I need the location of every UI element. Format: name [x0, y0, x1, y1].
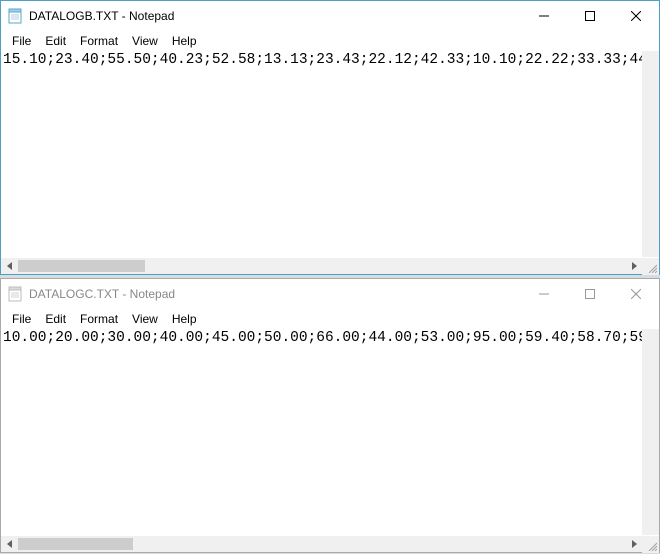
menu-format[interactable]: Format: [73, 311, 125, 327]
maximize-button[interactable]: [567, 1, 613, 31]
menu-file[interactable]: File: [5, 33, 38, 49]
titlebar[interactable]: DATALOGC.TXT - Notepad: [1, 279, 659, 309]
scroll-track[interactable]: [18, 258, 625, 274]
close-button[interactable]: [613, 1, 659, 31]
menu-view[interactable]: View: [125, 311, 165, 327]
scroll-track[interactable]: [18, 536, 625, 552]
window-title: DATALOGC.TXT - Notepad: [29, 287, 521, 301]
menu-help[interactable]: Help: [165, 33, 204, 49]
scroll-right-button[interactable]: [625, 536, 642, 552]
minimize-button[interactable]: [521, 279, 567, 309]
scroll-right-button[interactable]: [625, 258, 642, 274]
text-area[interactable]: 15.10;23.40;55.50;40.23;52.58;13.13;23.4…: [1, 51, 642, 257]
menubar: File Edit Format View Help: [1, 31, 659, 51]
menubar: File Edit Format View Help: [1, 309, 659, 329]
size-grip-icon[interactable]: [642, 536, 659, 553]
horizontal-scrollbar[interactable]: [1, 535, 659, 552]
scroll-thumb[interactable]: [18, 260, 145, 272]
minimize-button[interactable]: [521, 1, 567, 31]
menu-edit[interactable]: Edit: [38, 33, 73, 49]
titlebar[interactable]: DATALOGB.TXT - Notepad: [1, 1, 659, 31]
menu-file[interactable]: File: [5, 311, 38, 327]
window-controls: [521, 1, 659, 31]
notepad-window-1: DATALOGB.TXT - Notepad File Edit Format …: [0, 0, 660, 275]
scroll-thumb[interactable]: [18, 538, 133, 550]
notepad-icon: [7, 286, 23, 302]
menu-format[interactable]: Format: [73, 33, 125, 49]
size-grip-icon[interactable]: [642, 258, 659, 275]
maximize-button[interactable]: [567, 279, 613, 309]
notepad-icon: [7, 8, 23, 24]
menu-view[interactable]: View: [125, 33, 165, 49]
text-area[interactable]: 10.00;20.00;30.00;40.00;45.00;50.00;66.0…: [1, 329, 642, 535]
vertical-scrollbar[interactable]: [642, 51, 659, 257]
scroll-left-button[interactable]: [1, 536, 18, 552]
notepad-window-2: DATALOGC.TXT - Notepad File Edit Format …: [0, 278, 660, 553]
horizontal-scrollbar[interactable]: [1, 257, 659, 274]
window-title: DATALOGB.TXT - Notepad: [29, 9, 521, 23]
scroll-left-button[interactable]: [1, 258, 18, 274]
vertical-scrollbar[interactable]: [642, 329, 659, 535]
close-button[interactable]: [613, 279, 659, 309]
menu-help[interactable]: Help: [165, 311, 204, 327]
window-controls: [521, 279, 659, 309]
menu-edit[interactable]: Edit: [38, 311, 73, 327]
